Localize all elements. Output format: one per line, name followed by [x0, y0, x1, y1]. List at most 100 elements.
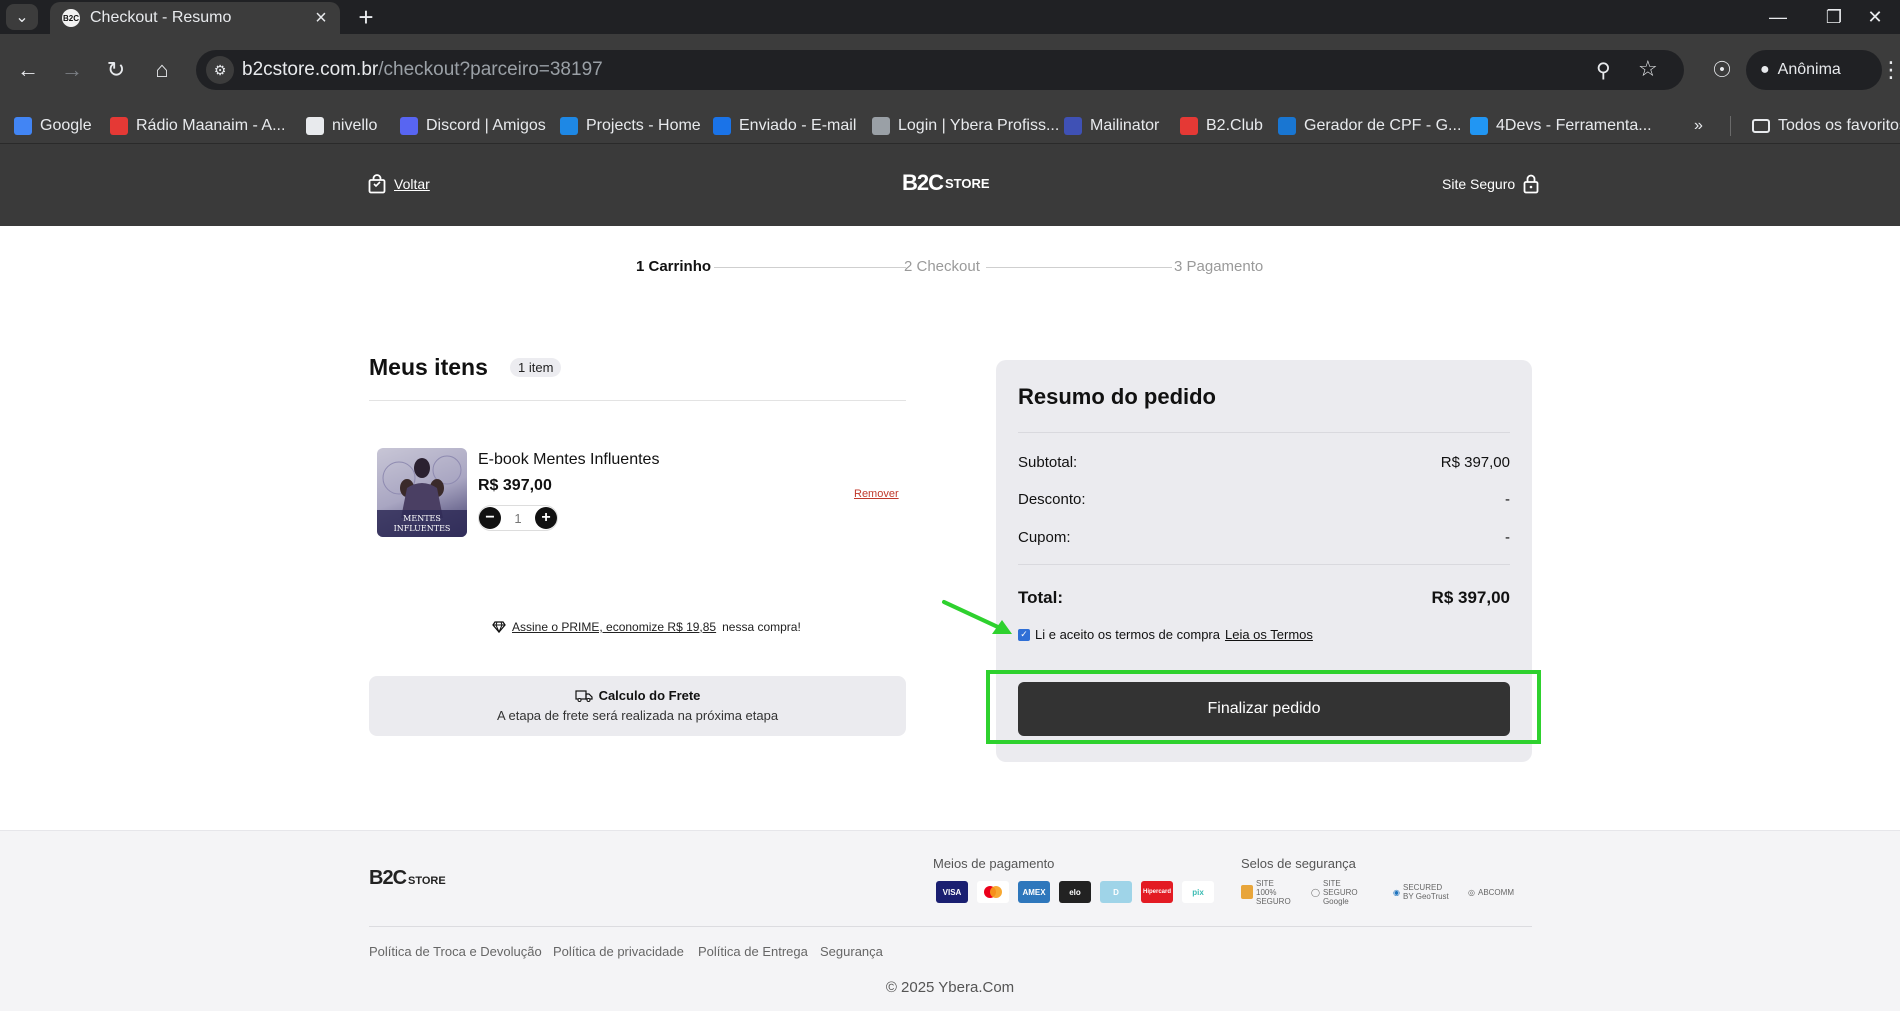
footer-logo[interactable]: B2C STORE — [369, 867, 446, 890]
bookmark-label: Gerador de CPF - G... — [1304, 117, 1462, 134]
summary-title: Resumo do pedido — [1018, 384, 1216, 409]
tab-search-button[interactable]: ⌄ — [6, 4, 38, 30]
bookmark-item[interactable]: 4Devs - Ferramenta... — [1470, 115, 1652, 137]
logo-mark: B2C — [902, 170, 944, 195]
more-bookmarks-icon[interactable]: » — [1694, 115, 1703, 137]
profile-label: Anônima — [1777, 61, 1841, 78]
mail-icon — [713, 117, 731, 135]
svg-text:INFLUENTES: INFLUENTES — [394, 524, 451, 533]
policy-link-security[interactable]: Segurança — [820, 944, 883, 959]
bookmark-item[interactable]: Rádio Maanaim - A... — [110, 115, 285, 137]
all-bookmarks-folder[interactable]: Todos os favoritos — [1752, 115, 1900, 137]
plus-icon[interactable]: + — [534, 507, 557, 529]
site-header: Voltar B2C STORE Site Seguro — [0, 144, 1900, 226]
prime-promo: Assine o PRIME, economize R$ 19,85 nessa… — [492, 620, 801, 634]
bookmark-item[interactable]: Discord | Amigos — [400, 115, 546, 137]
step-payment: 3 Pagamento — [1174, 258, 1264, 275]
bookmark-item[interactable]: Google — [14, 115, 92, 137]
subtotal-label: Subtotal: — [1018, 454, 1078, 471]
url-text[interactable]: b2cstore.com.br/checkout?parceiro=38197 — [242, 59, 603, 81]
shopping-bag-icon — [368, 174, 386, 194]
shipping-text: A etapa de frete será realizada na próxi… — [496, 708, 779, 723]
bookmark-item[interactable]: Projects - Home — [560, 115, 701, 137]
bookmark-item[interactable]: Enviado - E-mail — [713, 115, 856, 137]
menu-dots-icon[interactable]: ⋮ — [1880, 52, 1900, 88]
bookmark-label: B2.Club — [1206, 117, 1263, 134]
product-name[interactable]: E-book Mentes Influentes — [478, 451, 659, 469]
secure-site-indicator: Site Seguro — [1442, 174, 1539, 194]
folder-icon — [1752, 119, 1770, 133]
bookmark-item[interactable]: B2.Club — [1180, 115, 1263, 137]
padlock-icon — [1241, 885, 1253, 899]
bookmark-label: Rádio Maanaim - A... — [136, 117, 286, 134]
items-title: Meus itens — [369, 354, 488, 380]
tab-favicon-icon: B2C — [62, 9, 80, 27]
bookmark-item[interactable]: Gerador de CPF - G... — [1278, 115, 1461, 137]
prime-link[interactable]: Assine o PRIME, economize R$ 19,85 — [512, 620, 716, 634]
payments-title: Meios de pagamento — [933, 856, 1055, 871]
product-image: MENTES INFLUENTES — [377, 448, 467, 537]
close-window-icon[interactable]: ✕ — [1850, 0, 1900, 34]
seal-google: ◯ SITE SEGURO Google — [1311, 878, 1373, 906]
checkout-steps: 1 Carrinho 2 Checkout 3 Pagamento — [636, 258, 1266, 278]
geotrust-icon: ◉ — [1393, 887, 1400, 897]
minus-icon[interactable]: − — [479, 507, 501, 529]
zoom-icon[interactable]: ⚲ — [1596, 58, 1622, 84]
back-link[interactable]: Voltar — [368, 174, 430, 194]
visa-icon: VISA — [936, 881, 968, 903]
tab-title: Checkout - Resumo — [90, 9, 232, 26]
quantity-stepper: − 1 + — [478, 505, 558, 531]
all-bookmarks-label: Todos os favoritos — [1778, 117, 1900, 134]
quantity-value[interactable]: 1 — [514, 511, 521, 526]
step-checkout: 2 Checkout — [904, 258, 980, 275]
step-cart: 1 Carrinho — [636, 258, 712, 275]
seal-label: SECURED BY GeoTrust — [1402, 883, 1449, 901]
bookmark-label: Enviado - E-mail — [739, 117, 857, 134]
bookmark-item[interactable]: nivello — [306, 115, 377, 137]
elo-icon: elo — [1059, 881, 1091, 903]
shield-icon: ◯ — [1311, 887, 1320, 897]
browser-tab[interactable]: B2C Checkout - Resumo × — [50, 2, 340, 34]
address-bar[interactable]: ⚙ b2cstore.com.br/checkout?parceiro=3819… — [196, 50, 1684, 90]
prime-suffix: nessa compra! — [722, 620, 801, 634]
chevron-down-icon: ⌄ — [15, 9, 29, 26]
new-tab-button[interactable]: + — [352, 2, 380, 32]
incognito-profile-button[interactable]: ● Anônima — [1746, 50, 1882, 90]
reload-icon[interactable]: ↻ — [98, 52, 134, 88]
extension-icon[interactable]: ☉ — [1704, 52, 1740, 88]
total-label: Total: — [1018, 588, 1064, 607]
store-logo[interactable]: B2C STORE — [902, 170, 990, 196]
close-tab-icon[interactable]: × — [310, 7, 332, 29]
bookmark-item[interactable]: Login | Ybera Profiss... — [872, 115, 1059, 137]
seal-label: SITE SEGURO Google — [1322, 878, 1358, 906]
folder-icon — [306, 117, 324, 135]
total-value: R$ 397,00 — [1431, 588, 1510, 607]
bookmark-item[interactable]: Mailinator — [1064, 115, 1159, 137]
policy-link-delivery[interactable]: Política de Entrega — [698, 944, 808, 959]
product-price: R$ 397,00 — [478, 477, 552, 494]
browser-tab-bar: ⌄ B2C Checkout - Resumo × + — ❐ ✕ — [0, 0, 1900, 34]
remove-item-link[interactable]: Remover — [854, 488, 899, 500]
seal-geotrust: ◉ SECURED BY GeoTrust — [1393, 881, 1451, 903]
product-image-caption: MENTES — [403, 514, 441, 523]
policy-link-privacy[interactable]: Política de privacidade — [553, 944, 684, 959]
nv-icon — [1278, 117, 1296, 135]
policy-link-exchange[interactable]: Política de Troca e Devolução — [369, 944, 542, 959]
back-arrow-icon[interactable]: ← — [10, 52, 46, 88]
home-icon[interactable]: ⌂ — [144, 52, 180, 88]
seal-abcomm: ◎ ABCOMM — [1468, 881, 1514, 903]
back-link-label: Voltar — [394, 176, 430, 192]
bookmark-star-icon[interactable]: ☆ — [1638, 56, 1664, 82]
annotation-highlight-box — [986, 670, 1541, 744]
terms-text: Li e aceito os termos de compra — [1035, 627, 1220, 642]
abcomm-icon: ◎ — [1468, 887, 1475, 897]
forward-arrow-icon[interactable]: → — [54, 52, 90, 88]
terms-link[interactable]: Leia os Termos — [1225, 627, 1313, 642]
discord-icon — [400, 117, 418, 135]
security-title: Selos de segurança — [1241, 856, 1356, 871]
site-info-icon[interactable]: ⚙ — [206, 56, 234, 84]
b2club-icon — [1180, 117, 1198, 135]
bookmark-label: Google — [40, 117, 92, 134]
seal-site-seguro: SITE 100% SEGURO — [1241, 879, 1294, 906]
minimize-icon[interactable]: — — [1750, 0, 1806, 34]
